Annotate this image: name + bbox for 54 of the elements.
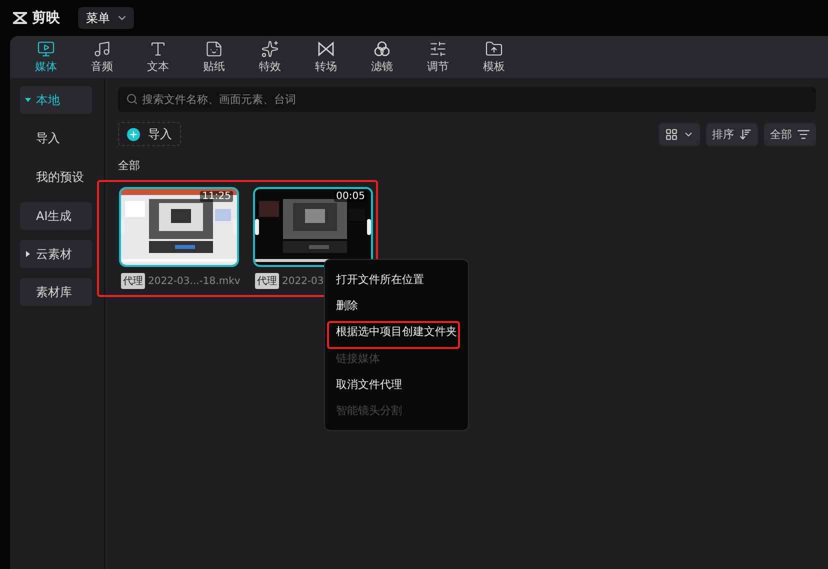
sidebar-item[interactable]: 导入 — [20, 124, 92, 152]
search-icon — [126, 93, 138, 105]
sidebar-item[interactable]: 素材库 — [20, 278, 92, 306]
bowtie-icon — [317, 40, 335, 58]
file-name: 2022-03...-18.mkv — [148, 276, 240, 286]
app-name: 剪映 — [32, 9, 60, 27]
menu-item[interactable]: 打开文件所在位置 — [325, 266, 468, 292]
trim-handle[interactable] — [121, 219, 125, 235]
menu-item[interactable]: 根据选中项目创建文件夹 — [325, 318, 468, 345]
view-toggle-button[interactable] — [659, 122, 700, 146]
sidebar-item[interactable]: 我的预设 — [20, 163, 92, 191]
duration-label: 00:05 — [334, 191, 367, 202]
plus-icon — [129, 130, 138, 138]
text-icon — [149, 40, 167, 58]
sidebar-item[interactable]: AI生成 — [20, 202, 92, 230]
sidebar-item[interactable]: 本地 — [20, 86, 92, 114]
proxy-badge: 代理 — [121, 273, 145, 289]
tab[interactable]: 特效 — [242, 36, 298, 78]
logo-icon — [12, 12, 28, 24]
duration-label: 11:25 — [200, 191, 233, 202]
sort-button[interactable]: 排序 — [706, 122, 758, 146]
folder-icon — [485, 40, 503, 58]
section-title: 全部 — [118, 158, 141, 173]
sidebar-item[interactable]: 云素材 — [20, 240, 92, 268]
trim-handle[interactable] — [233, 219, 237, 235]
tab[interactable]: 音频 — [74, 36, 130, 78]
filter-button[interactable]: 全部 — [764, 122, 816, 146]
tab[interactable]: 媒体 — [18, 36, 74, 78]
media-thumbnail[interactable]: 00:05 — [253, 187, 373, 267]
import-button[interactable]: 导入 — [118, 122, 181, 146]
sort-icon — [739, 128, 752, 140]
trim-handle[interactable] — [255, 219, 259, 235]
filter-icon — [797, 128, 810, 140]
sliders-icon — [429, 40, 447, 58]
tab[interactable]: 模板 — [466, 36, 522, 78]
music-note-icon — [93, 40, 111, 58]
tab[interactable]: 转场 — [298, 36, 354, 78]
menu-item[interactable]: 取消文件代理 — [325, 371, 468, 398]
proxy-badge: 代理 — [255, 273, 279, 289]
menu-button[interactable]: 菜单 — [78, 7, 134, 29]
tab[interactable]: 文本 — [130, 36, 186, 78]
star-icon — [261, 40, 279, 58]
trim-handle[interactable] — [367, 219, 371, 235]
tab[interactable]: 调节 — [410, 36, 466, 78]
file-name: 2022-03 — [282, 276, 324, 286]
circles-icon — [373, 40, 391, 58]
grid-icon — [665, 128, 678, 140]
menu-item[interactable]: 删除 — [325, 292, 468, 319]
sticker-icon — [205, 40, 223, 58]
tab[interactable]: 贴纸 — [186, 36, 242, 78]
tab[interactable]: 滤镜 — [354, 36, 410, 78]
play-screen-icon — [37, 40, 55, 58]
search-field[interactable]: 搜索文件名称、画面元素、台词 — [118, 87, 816, 112]
media-thumbnail[interactable]: 11:25 — [119, 187, 239, 267]
